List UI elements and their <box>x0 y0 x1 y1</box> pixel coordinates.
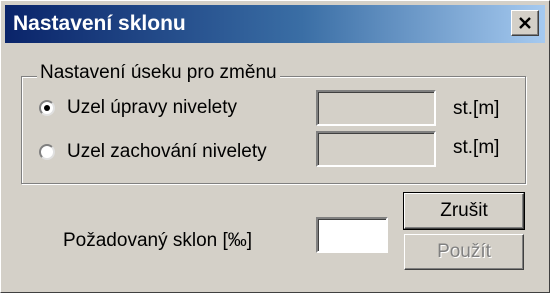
radio-node-keep[interactable]: Uzel zachování nivelety <box>39 141 267 163</box>
radio-label-adjust: Uzel úpravy nivelety <box>67 97 238 118</box>
close-icon <box>519 16 531 29</box>
node-keep-station-input[interactable] <box>316 131 436 167</box>
group-legend: Nastavení úseku pro změnu <box>37 61 280 85</box>
title-bar[interactable]: Nastavení sklonu <box>5 5 545 43</box>
radio-button-unchecked[interactable] <box>39 144 55 160</box>
slope-input[interactable] <box>316 217 388 253</box>
apply-button[interactable]: Použít <box>404 234 524 270</box>
dialog-window: Nastavení sklonu Nastavení úseku pro změ… <box>0 0 550 293</box>
unit-label-adjust: st.[m] <box>453 98 500 119</box>
node-adjust-station-input[interactable] <box>316 90 436 126</box>
slope-label: Požadovaný sklon [‰] <box>63 230 253 251</box>
radio-node-adjust[interactable]: Uzel úpravy nivelety <box>39 97 237 119</box>
cancel-button[interactable]: Zrušit <box>403 192 525 230</box>
radio-label-keep: Uzel zachování nivelety <box>67 141 267 162</box>
radio-button-checked[interactable] <box>39 100 55 116</box>
unit-label-keep: st.[m] <box>453 137 500 158</box>
close-button[interactable] <box>511 10 539 36</box>
window-title: Nastavení sklonu <box>13 12 186 35</box>
range-groupbox <box>21 76 526 184</box>
